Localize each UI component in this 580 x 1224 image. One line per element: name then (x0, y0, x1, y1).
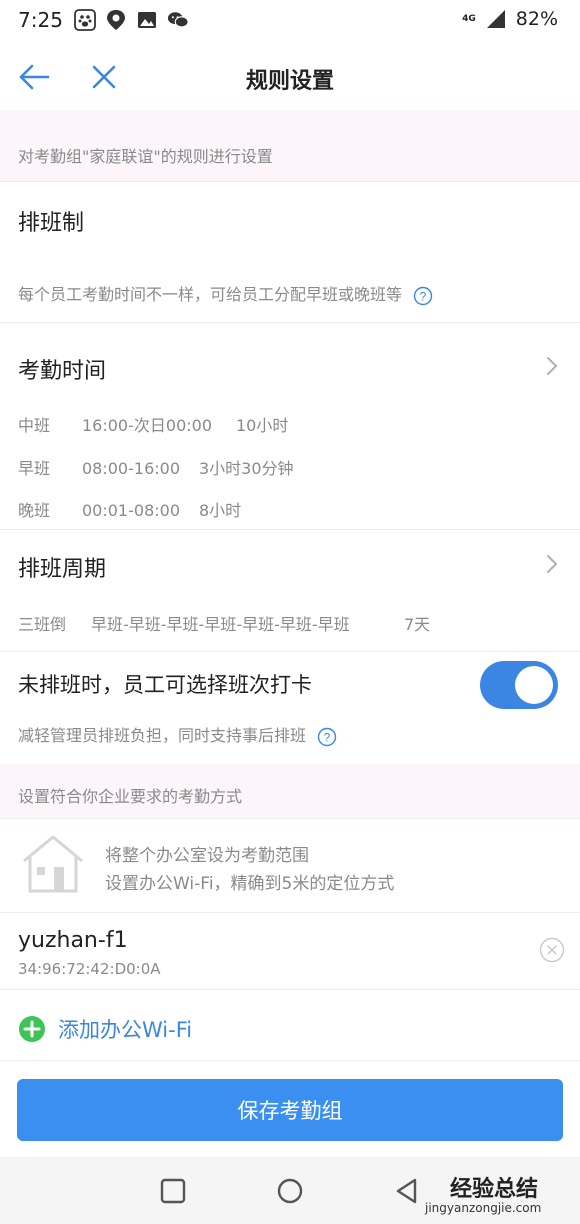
free-select-toggle[interactable] (480, 661, 558, 709)
add-wifi-button[interactable]: 添加办公Wi-Fi (18, 1014, 192, 1044)
attendance-time-title: 考勤时间 (18, 359, 107, 384)
page-title: 规则设置 (245, 69, 334, 94)
shift-time: 16:00-次日00:00 (82, 416, 212, 435)
cycle-sequence: 早班-早班-早班-早班-早班-早班-早班 (91, 615, 350, 634)
divider (0, 529, 580, 530)
divider (0, 322, 580, 323)
system-nav-bar: 经验总结 jingyanzongjie.com (0, 1157, 580, 1224)
signal-icon (486, 10, 505, 28)
shift-time: 08:00-16:00 (82, 459, 180, 478)
nav-bar: 规则设置 (0, 44, 580, 110)
shift-row: 晚班 00:01-08:00 8小时 (18, 497, 241, 521)
shift-row: 早班 08:00-16:00 3小时30分钟 (18, 455, 294, 479)
cycle-days: 7天 (404, 615, 431, 634)
divider (0, 989, 580, 990)
home-icon[interactable] (276, 1177, 304, 1205)
image-icon (136, 9, 158, 31)
svg-text:?: ? (420, 289, 427, 303)
battery-level: 82% (515, 8, 558, 30)
add-wifi-label: 添加办公Wi-Fi (58, 1018, 193, 1042)
cycle-title: 排班周期 (18, 557, 107, 582)
shift-name: 早班 (18, 459, 51, 478)
help-icon[interactable]: ? (413, 286, 433, 306)
location-pin-icon (105, 9, 127, 31)
shift-name: 晚班 (18, 501, 51, 520)
status-time: 7:25 (18, 8, 63, 32)
cycle-name: 三班倒 (18, 615, 67, 634)
shift-duration: 10小时 (236, 416, 289, 435)
divider (0, 651, 580, 652)
schedule-title: 排班制 (18, 211, 85, 236)
notification-icons (74, 9, 189, 31)
divider (0, 1060, 580, 1061)
intro-text: 对考勤组"家庭联谊"的规则进行设置 (18, 147, 273, 166)
free-select-title: 未排班时，员工可选择班次打卡 (18, 673, 312, 697)
plus-circle-icon (19, 1016, 45, 1042)
divider (0, 181, 580, 182)
free-select-desc-text: 减轻管理员排班负担，同时支持事后排班 (18, 726, 307, 745)
baidu-paw-icon (74, 9, 96, 31)
watermark: 经验总结 (450, 1177, 539, 1202)
shift-duration: 8小时 (199, 501, 242, 520)
toggle-knob (515, 666, 553, 704)
office-wifi-line1: 将整个办公室设为考勤范围 (105, 846, 309, 866)
wifi-mac: 34:96:72:42:D0:0A (18, 960, 161, 978)
shift-name: 中班 (18, 416, 51, 435)
status-right: 4G 82% (462, 8, 558, 30)
free-select-desc: 减轻管理员排班负担，同时支持事后排班 ? (18, 722, 337, 747)
save-button[interactable]: 保存考勤组 (17, 1079, 563, 1141)
help-icon[interactable]: ? (317, 727, 337, 747)
wechat-icon (167, 9, 189, 31)
shift-time: 00:01-08:00 (82, 501, 180, 520)
chevron-right-icon (547, 555, 558, 573)
house-icon (23, 835, 83, 893)
divider (0, 818, 580, 819)
chevron-right-icon (547, 357, 558, 375)
recents-icon[interactable] (159, 1177, 187, 1205)
schedule-desc: 每个员工考勤时间不一样，可给员工分配早班或晚班等 ? (18, 281, 433, 306)
status-bar: 7:25 4G 82% (0, 0, 580, 44)
wifi-ssid: yuzhan-f1 (18, 928, 128, 953)
network-type: 4G (462, 14, 476, 24)
watermark-url: jingyanzongjie.com (425, 1201, 542, 1215)
schedule-desc-text: 每个员工考勤时间不一样，可给员工分配早班或晚班等 (18, 285, 403, 304)
shift-row: 中班 16:00-次日00:00 10小时 (18, 412, 288, 436)
svg-text:?: ? (324, 730, 331, 744)
cycle-detail: 三班倒 早班-早班-早班-早班-早班-早班-早班 7天 (18, 611, 430, 635)
divider (0, 912, 580, 913)
method-hint: 设置符合你企业要求的考勤方式 (18, 787, 243, 806)
remove-wifi-icon[interactable] (539, 937, 565, 963)
shift-duration: 3小时30分钟 (199, 459, 294, 478)
back-icon[interactable] (393, 1177, 421, 1205)
office-wifi-line2: 设置办公Wi-Fi，精确到5米的定位方式 (105, 874, 395, 894)
